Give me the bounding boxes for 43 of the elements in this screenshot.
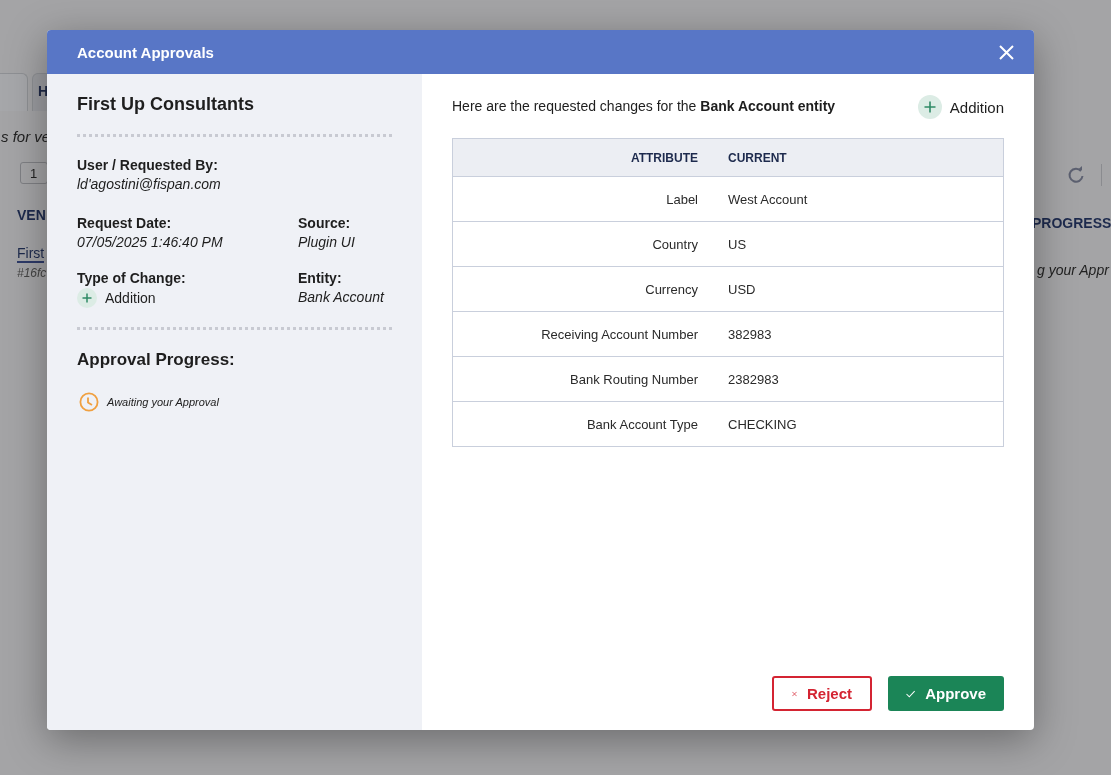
field-label: Type of Change: [77, 270, 187, 286]
field-label: Request Date: [77, 215, 173, 231]
refresh-icon[interactable] [1067, 166, 1085, 184]
reject-button[interactable]: Reject [772, 676, 872, 711]
page-tab[interactable] [0, 73, 28, 111]
column-header: CURRENT [713, 138, 1004, 177]
field-value: Bank Account [298, 289, 386, 305]
column-header: VEN [17, 207, 47, 223]
change-type: Addition [105, 290, 156, 306]
plus-icon [917, 95, 942, 119]
approval-status: Awaiting your Approval [107, 396, 219, 408]
table-cell: Currency [452, 266, 713, 312]
field-label: User / Requested By: [77, 157, 219, 173]
table-cell: US [713, 221, 1004, 267]
close-icon[interactable] [999, 44, 1014, 60]
table-cell: Receiving Account Number [452, 311, 713, 357]
table-cell: CHECKING [713, 401, 1004, 447]
progress-status: g your Appr [1037, 262, 1109, 278]
table-cell: Bank Routing Number [452, 356, 713, 402]
plus-icon [77, 288, 97, 308]
column-header: PROGRESS [1032, 215, 1111, 231]
field-label: Entity: [298, 270, 343, 286]
field-value: 07/05/2025 1:46:40 PM [77, 234, 224, 250]
section-title: Approval Progress: [77, 350, 236, 370]
clock-icon [79, 392, 99, 412]
table-cell: West Account [713, 176, 1004, 222]
change-type: Addition [949, 98, 1004, 116]
column-header: ATTRIBUTE [452, 138, 713, 177]
approve-button[interactable]: Approve [888, 676, 1004, 711]
table-cell: Bank Account Type [452, 401, 713, 447]
table-cell: Country [452, 221, 713, 267]
dialog-title: Account Approvals [77, 43, 214, 61]
table-cell: Label [452, 176, 713, 222]
company-name: First Up Consultants [77, 94, 255, 115]
intro-text: Here are the requested changes for the Bank Account entity [452, 98, 836, 114]
field-label: Source: [298, 215, 352, 231]
field-value: ld'agostini@fispan.com [77, 176, 222, 192]
field-value: Plugin UI [298, 234, 356, 250]
table-cell: 2382983 [713, 356, 1004, 402]
table-cell: 382983 [713, 311, 1004, 357]
vendor-link[interactable]: First [17, 245, 45, 263]
vendor-id: #16fc [17, 266, 47, 280]
table-cell: USD [713, 266, 1004, 312]
